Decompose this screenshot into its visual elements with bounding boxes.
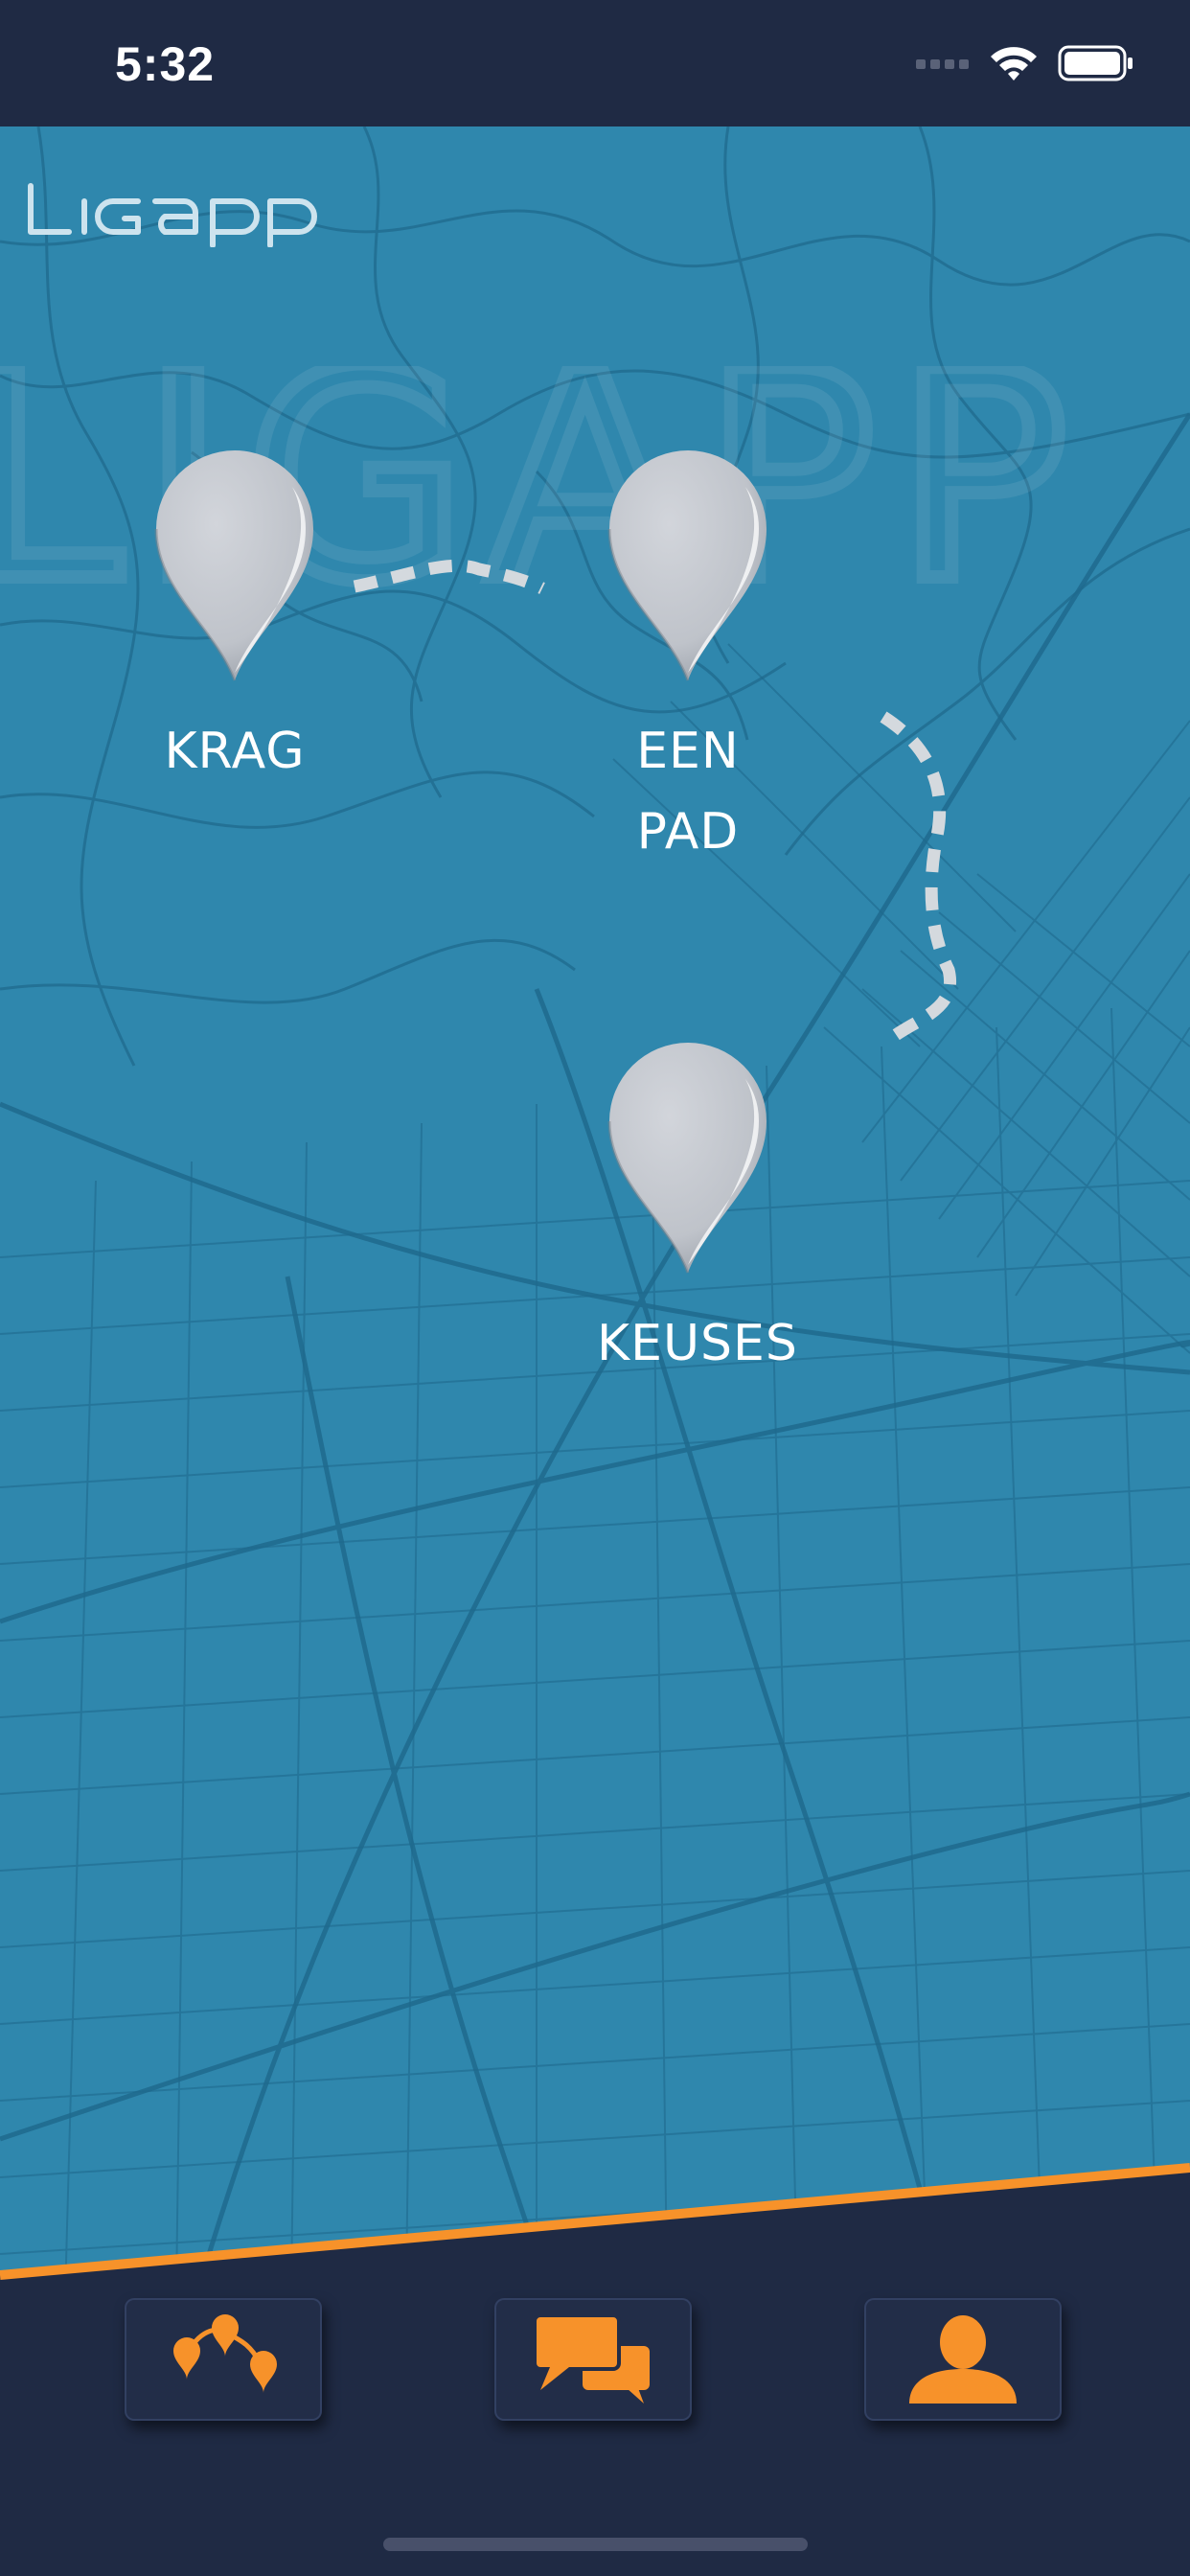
status-time: 5:32 (115, 37, 216, 91)
map-pin-icon (607, 450, 767, 681)
home-indicator[interactable] (383, 2538, 808, 2551)
map-pin-icon (154, 450, 313, 681)
pin-label-keuses: KEUSES (597, 1315, 798, 1372)
pin-label-pad: PAD (636, 803, 740, 861)
pin-label-krag: KRAG (164, 723, 306, 780)
nav-chat-button[interactable] (494, 2298, 692, 2421)
pin-een-pad[interactable]: EEN PAD (597, 447, 779, 872)
user-icon (909, 2315, 1017, 2404)
map-pin-icon (607, 1043, 767, 1274)
path-een-pad-to-keuses (880, 711, 957, 1043)
cellular-signal-icon (916, 59, 969, 69)
route-pins-icon (173, 2314, 277, 2393)
pin-krag[interactable]: KRAG (144, 447, 326, 792)
status-bar: 5:32 (0, 0, 1190, 126)
battery-icon (1058, 45, 1133, 81)
chat-bubbles-icon (533, 2313, 650, 2404)
path-krag-to-een-pad (353, 559, 545, 594)
pin-keuses[interactable]: KEUSES (597, 1039, 798, 1384)
nav-profile-button[interactable] (864, 2298, 1062, 2421)
map-view[interactable]: LIGAPP KRAG EEN PAD KEUSES (0, 126, 1190, 2576)
status-icons (916, 42, 1134, 84)
app-screen: 5:32 LIGAPP KRAG EEN PAD KEUSES (0, 0, 1190, 2576)
nav-journey-button[interactable] (125, 2298, 322, 2421)
pin-label-een: EEN (636, 723, 740, 780)
wifi-icon (991, 47, 1037, 80)
